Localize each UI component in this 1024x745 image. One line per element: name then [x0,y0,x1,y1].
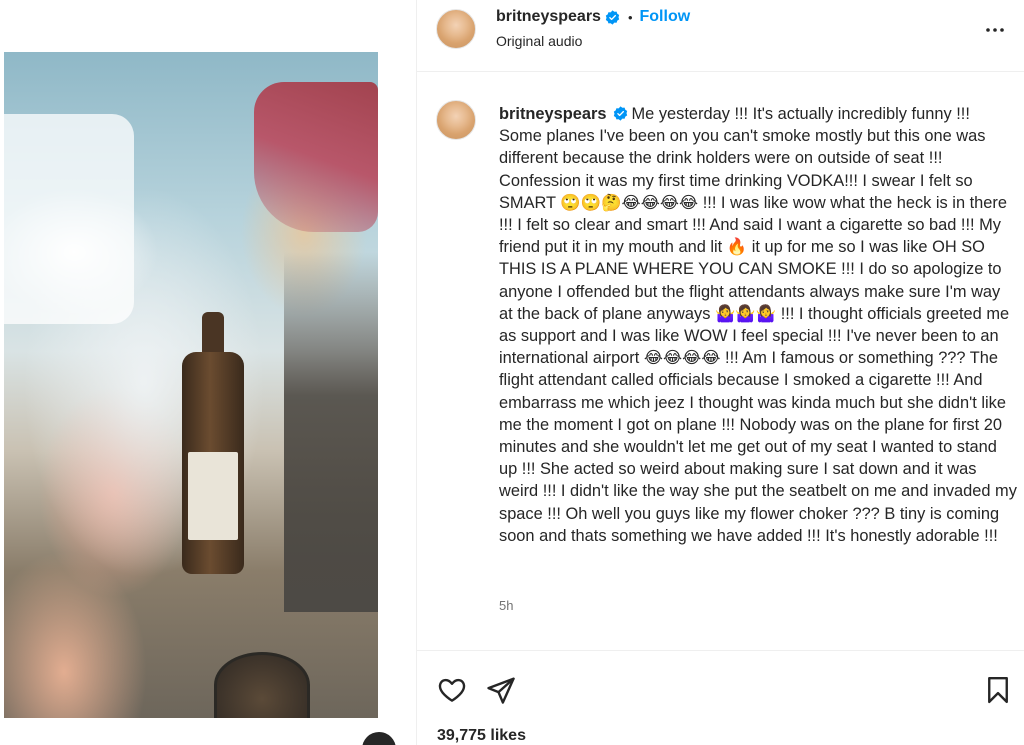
bookmark-icon[interactable] [983,675,1013,705]
caption-text: Me yesterday !!! It's actually incredibl… [499,105,1017,545]
seat [284,252,378,612]
more-options-icon[interactable] [983,18,1007,42]
media-pane [0,0,416,745]
header-username[interactable]: britneyspears [496,8,601,26]
paper-plane-icon[interactable] [486,675,516,705]
hat [254,82,378,232]
heart-icon[interactable] [437,675,467,705]
bottle-label [188,452,238,540]
likes-count[interactable]: 39,775 likes [437,727,526,745]
verified-badge-icon [605,9,620,25]
post-video[interactable] [4,52,378,718]
media-control-button[interactable] [362,732,396,745]
caption-area: britneyspears Me yesterday !!! It's actu… [417,72,1024,650]
separator-dot: • [627,9,633,25]
post-timestamp[interactable]: 5h [499,598,513,613]
action-bar: 39,775 likes [417,650,1024,745]
post-header: britneyspears • Follow Original audio [417,0,1024,72]
cup-holder [214,652,310,718]
caption-avatar[interactable] [436,100,476,140]
header-line: britneyspears • Follow [496,8,690,26]
avatar[interactable] [436,9,476,49]
verified-badge-icon [613,106,627,121]
airplane-window [4,114,134,324]
caption: britneyspears Me yesterday !!! It's actu… [499,103,1017,547]
caption-username[interactable]: britneyspears [499,105,607,123]
follow-button[interactable]: Follow [640,8,691,26]
original-audio-link[interactable]: Original audio [496,33,582,49]
post-panel: britneyspears • Follow Original audio br… [416,0,1024,745]
